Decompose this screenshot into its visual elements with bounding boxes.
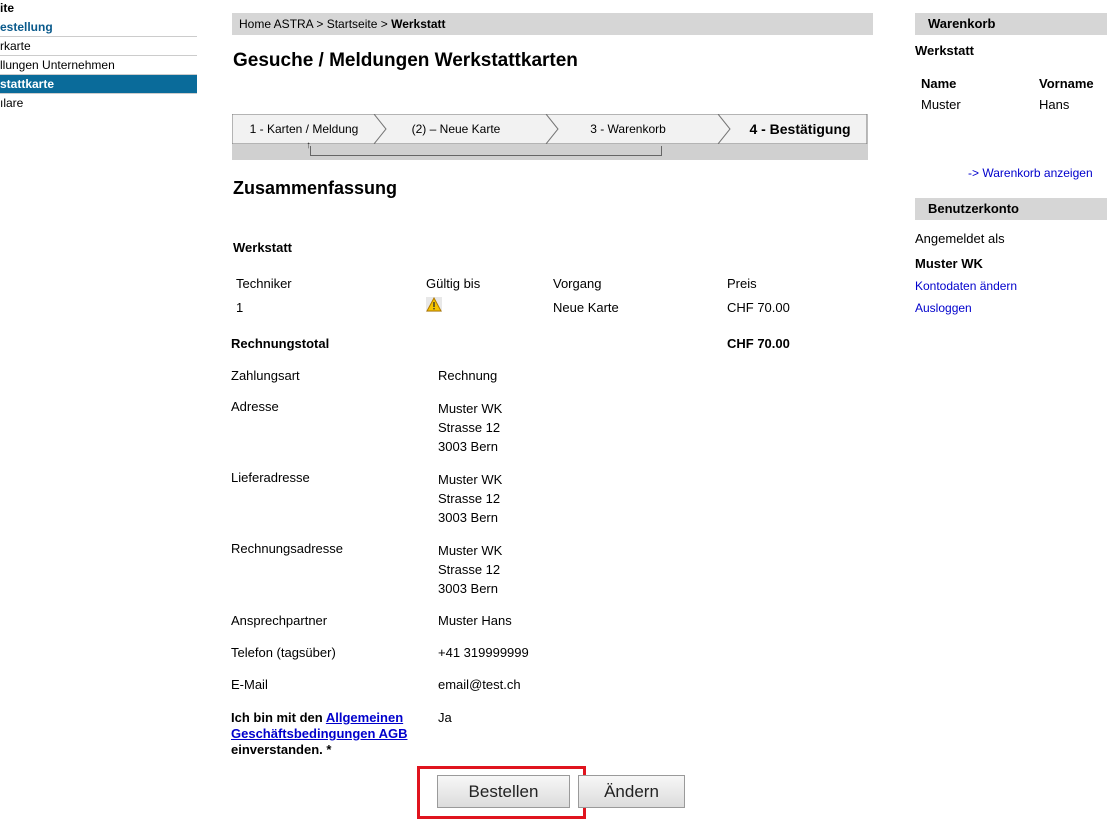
up-arrow-icon: ↑ <box>306 140 311 151</box>
cart-name: Muster <box>921 97 961 112</box>
cell-vorgang: Neue Karte <box>553 300 619 315</box>
label-zahlungsart: Zahlungsart <box>231 368 300 383</box>
value-lieferadresse: Muster WK Strasse 12 3003 Bern <box>438 470 502 527</box>
agb-post: einverstanden. * <box>231 742 332 757</box>
step-3: 3 - Warenkorb <box>590 122 666 136</box>
lieferadresse-line-3: 3003 Bern <box>438 510 498 525</box>
rechnungsadresse-line-1: Muster WK <box>438 543 503 558</box>
cart-heading: Warenkorb <box>915 13 1107 35</box>
value-email: email@test.ch <box>438 677 521 692</box>
total-value: CHF 70.00 <box>727 336 790 351</box>
nav-item-bestellungen-unternehmen[interactable]: llungen Unternehmen <box>0 56 197 75</box>
rechnungsadresse-line-2: Strasse 12 <box>438 562 501 577</box>
breadcrumb-current: Werkstatt <box>391 17 446 31</box>
label-adresse: Adresse <box>231 399 279 414</box>
nav-item-werkkarte[interactable]: rkarte <box>0 37 197 56</box>
col-vorgang: Vorgang <box>553 276 602 291</box>
step-2: (2) – Neue Karte <box>411 122 501 136</box>
cell-preis: CHF 70.00 <box>727 300 790 315</box>
account-heading: Benutzerkonto <box>915 198 1107 220</box>
label-lieferadresse: Lieferadresse <box>231 470 310 485</box>
section-werkstatt: Werkstatt <box>233 240 293 255</box>
page-title: Gesuche / Meldungen Werkstattkarten <box>233 50 578 71</box>
cell-techniker: 1 <box>236 300 244 315</box>
cart-vorname: Hans <box>1039 97 1070 112</box>
nav-item-home[interactable]: ite <box>0 0 197 18</box>
adresse-line-2: Strasse 12 <box>438 420 501 435</box>
value-telefon: +41 319999999 <box>438 645 529 660</box>
label-email: E-Mail <box>231 677 268 692</box>
edit-account-link[interactable]: Kontodaten ändern <box>915 279 1017 293</box>
nav-item-werkstattkarte[interactable]: stattkarte <box>0 75 197 94</box>
order-button[interactable]: Bestellen <box>437 775 570 808</box>
cart-col-vorname: Vorname <box>1039 76 1094 91</box>
col-gueltig-bis: Gültig bis <box>426 276 481 291</box>
breadcrumb-path[interactable]: Home ASTRA > Startseite > <box>239 17 391 31</box>
change-button[interactable]: Ändern <box>578 775 685 808</box>
label-rechnungsadresse: Rechnungsadresse <box>231 541 344 556</box>
stepper-loop-line <box>310 146 662 156</box>
logout-link[interactable]: Ausloggen <box>915 301 972 315</box>
logged-in-as-label: Angemeldet als <box>915 231 1005 246</box>
agb-consent-text: Ich bin mit den Allgemeinen Geschäftsbed… <box>231 710 431 758</box>
step-1: 1 - Karten / Meldung <box>249 122 359 136</box>
label-telefon: Telefon (tagsüber) <box>231 645 336 660</box>
left-nav: ite estellung rkarte llungen Unternehmen… <box>0 0 197 112</box>
value-rechnungsadresse: Muster WK Strasse 12 3003 Bern <box>438 541 502 598</box>
total-label: Rechnungstotal <box>231 336 330 351</box>
cart-col-name: Name <box>921 76 957 91</box>
show-cart-link[interactable]: -> Warenkorb anzeigen <box>968 166 1093 180</box>
value-ansprechpartner: Muster Hans <box>438 613 512 628</box>
account-user: Muster WK <box>915 256 983 271</box>
breadcrumb: Home ASTRA > Startseite > Werkstatt <box>232 13 873 35</box>
warning-icon <box>426 297 442 312</box>
adresse-line-1: Muster WK <box>438 401 503 416</box>
col-preis: Preis <box>727 276 757 291</box>
value-adresse: Muster WK Strasse 12 3003 Bern <box>438 399 502 456</box>
lieferadresse-line-2: Strasse 12 <box>438 491 501 506</box>
lieferadresse-line-1: Muster WK <box>438 472 503 487</box>
agb-pre: Ich bin mit den <box>231 710 326 725</box>
agb-value: Ja <box>438 710 452 725</box>
label-ansprechpartner: Ansprechpartner <box>231 613 328 628</box>
value-zahlungsart: Rechnung <box>438 368 498 383</box>
nav-item-formulare[interactable]: ılare <box>0 94 197 112</box>
adresse-line-3: 3003 Bern <box>438 439 498 454</box>
nav-item-bestellung[interactable]: estellung <box>0 18 197 37</box>
cart-section: Werkstatt <box>915 43 975 58</box>
col-techniker: Techniker <box>236 276 292 291</box>
summary-heading: Zusammenfassung <box>233 178 398 198</box>
rechnungsadresse-line-3: 3003 Bern <box>438 581 498 596</box>
step-4-current: 4 - Bestätigung <box>749 121 851 137</box>
